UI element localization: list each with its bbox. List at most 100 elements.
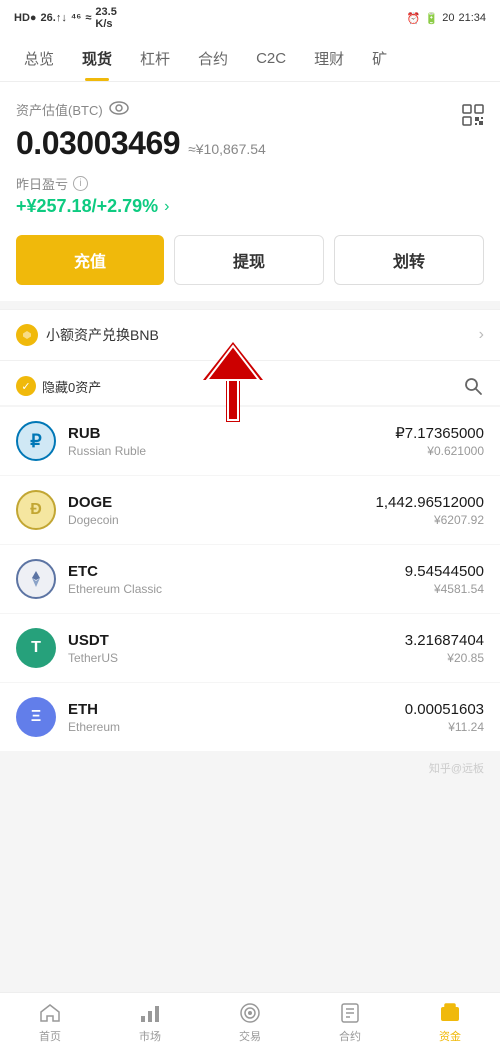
time-display: 21:34	[458, 12, 486, 24]
usdt-cny: ¥20.85	[405, 651, 484, 665]
alarm-icon: ⏰	[407, 12, 421, 25]
doge-symbol: DOGE	[68, 494, 364, 511]
chart-icon	[138, 1001, 162, 1025]
nav-home-label: 首页	[39, 1028, 61, 1044]
doge-icon: Ð	[16, 490, 56, 530]
asset-cny-amount: ≈¥10,867.54	[188, 141, 266, 157]
tab-leverage[interactable]: 杠杆	[126, 36, 184, 81]
rub-info: RUB Russian Ruble	[68, 425, 383, 458]
nav-assets-label: 资金	[439, 1028, 461, 1044]
tab-overview[interactable]: 总览	[10, 36, 68, 81]
eth-icon: Ξ	[16, 697, 56, 737]
asset-item-etc[interactable]: ETC Ethereum Classic 9.54544500 ¥4581.54	[0, 545, 500, 614]
usdt-icon: T	[16, 628, 56, 668]
status-right: ⏰ 🔋 20 21:34	[407, 12, 486, 25]
doge-balance: 1,442.96512000 ¥6207.92	[376, 494, 484, 527]
rub-amount: ₽7.17365000	[395, 424, 484, 442]
usdt-fullname: TetherUS	[68, 651, 393, 665]
nav-trade[interactable]: 交易	[200, 1001, 300, 1044]
info-icon: i	[73, 176, 88, 191]
status-bar: HD● 26.↑↓ ⁴⁶ ≈ 23.5K/s ⏰ 🔋 20 21:34	[0, 0, 500, 36]
battery-icon: 🔋	[425, 12, 439, 25]
eth-balance: 0.00051603 ¥11.24	[405, 701, 484, 734]
usdt-balance: 3.21687404 ¥20.85	[405, 632, 484, 665]
asset-item-usdt[interactable]: T USDT TetherUS 3.21687404 ¥20.85	[0, 614, 500, 683]
bnb-icon	[16, 324, 38, 346]
rub-cny: ¥0.621000	[395, 444, 484, 458]
battery-level: 20	[442, 12, 454, 24]
tab-spot[interactable]: 现货	[68, 36, 126, 81]
asset-label: 资产估值(BTC)	[16, 100, 266, 119]
action-buttons: 充值 提现 划转	[16, 235, 484, 285]
convert-arrow-icon: ›	[479, 326, 484, 344]
withdraw-button[interactable]: 提现	[174, 235, 324, 285]
etc-balance: 9.54544500 ¥4581.54	[405, 563, 484, 596]
eth-amount: 0.00051603	[405, 701, 484, 718]
tab-mining[interactable]: 矿	[358, 36, 401, 81]
asset-btc-row: 0.03003469 ≈¥10,867.54	[16, 125, 266, 162]
hide-zero-toggle[interactable]: ✓ 隐藏0资产	[16, 376, 101, 396]
asset-btc-amount: 0.03003469	[16, 125, 180, 162]
rub-icon: ₽	[16, 421, 56, 461]
doge-cny: ¥6207.92	[376, 513, 484, 527]
etc-icon	[16, 559, 56, 599]
tab-c2c[interactable]: C2C	[242, 38, 300, 79]
yesterday-label: 昨日盈亏 i	[16, 174, 484, 193]
trade-icon	[238, 1001, 262, 1025]
eth-info: ETH Ethereum	[68, 701, 393, 734]
doge-fullname: Dogecoin	[68, 513, 364, 527]
etc-symbol: ETC	[68, 563, 393, 580]
convert-text: 小额资产兑换BNB	[46, 325, 159, 345]
nav-home[interactable]: 首页	[0, 1001, 100, 1044]
deposit-button[interactable]: 充值	[16, 235, 164, 285]
tab-finance[interactable]: 理财	[300, 36, 358, 81]
convert-banner[interactable]: 小额资产兑换BNB ›	[0, 309, 500, 361]
pnl-row: +¥257.18/+2.79% ›	[16, 196, 484, 217]
status-left: HD● 26.↑↓ ⁴⁶ ≈ 23.5K/s	[14, 6, 117, 30]
wifi-icon: ≈	[85, 12, 91, 24]
scan-icon[interactable]	[462, 104, 484, 131]
main-content: 资产估值(BTC) 0.03003469 ≈¥10,867.54	[0, 82, 500, 301]
asset-item-eth[interactable]: Ξ ETH Ethereum 0.00051603 ¥11.24	[0, 683, 500, 752]
usdt-amount: 3.21687404	[405, 632, 484, 649]
convert-left: 小额资产兑换BNB	[16, 324, 159, 346]
asset-list-header: ✓ 隐藏0资产	[0, 361, 500, 405]
eth-cny: ¥11.24	[405, 720, 484, 734]
eye-icon[interactable]	[109, 101, 129, 118]
asset-label-text: 资产估值(BTC)	[16, 100, 103, 119]
pnl-value: +¥257.18/+2.79%	[16, 196, 158, 217]
etc-info: ETC Ethereum Classic	[68, 563, 393, 596]
nav-market-label: 市场	[139, 1028, 161, 1044]
home-icon	[38, 1001, 62, 1025]
tab-contract[interactable]: 合约	[184, 36, 242, 81]
bottom-nav: 首页 市场 交易	[0, 992, 500, 1056]
asset-item-doge[interactable]: Ð DOGE Dogecoin 1,442.96512000 ¥6207.92	[0, 476, 500, 545]
pnl-arrow[interactable]: ›	[164, 198, 169, 216]
eth-fullname: Ethereum	[68, 720, 393, 734]
watermark: 知乎@远板	[0, 752, 500, 784]
nav-assets[interactable]: 资金	[400, 1001, 500, 1044]
lte-indicator: ⁴⁶	[71, 12, 82, 24]
asset-list: ₽ RUB Russian Ruble ₽7.17365000 ¥0.62100…	[0, 407, 500, 752]
wallet-icon	[438, 1001, 462, 1025]
usdt-symbol: USDT	[68, 632, 393, 649]
hd-indicator: HD●	[14, 12, 37, 24]
etc-cny: ¥4581.54	[405, 582, 484, 596]
doge-info: DOGE Dogecoin	[68, 494, 364, 527]
search-button[interactable]	[462, 375, 484, 397]
asset-item-rub[interactable]: ₽ RUB Russian Ruble ₽7.17365000 ¥0.62100…	[0, 407, 500, 476]
usdt-info: USDT TetherUS	[68, 632, 393, 665]
nav-trade-label: 交易	[239, 1028, 261, 1044]
doge-amount: 1,442.96512000	[376, 494, 484, 511]
contract-icon	[338, 1001, 362, 1025]
nav-contract[interactable]: 合约	[300, 1001, 400, 1044]
nav-market[interactable]: 市场	[100, 1001, 200, 1044]
etc-fullname: Ethereum Classic	[68, 582, 393, 596]
nav-contract-label: 合约	[339, 1028, 361, 1044]
speed-indicator: 23.5K/s	[95, 6, 116, 30]
rub-fullname: Russian Ruble	[68, 444, 383, 458]
transfer-button[interactable]: 划转	[334, 235, 484, 285]
rub-balance: ₽7.17365000 ¥0.621000	[395, 424, 484, 458]
hide-zero-label: 隐藏0资产	[42, 377, 101, 396]
check-circle-icon: ✓	[16, 376, 36, 396]
